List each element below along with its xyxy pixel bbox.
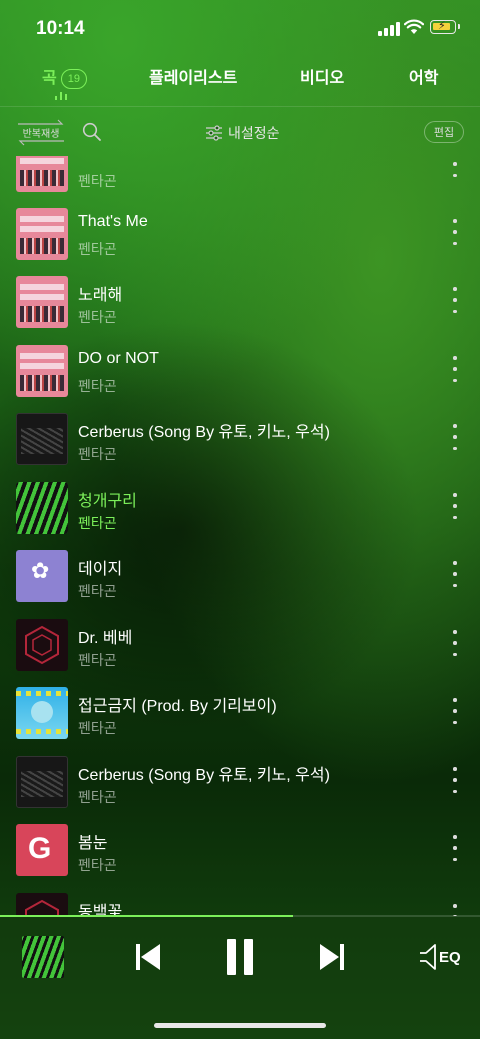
song-row[interactable]: 접근금지 (Prod. By 기리보이) 펜타곤 [0,681,480,749]
song-list[interactable]: 펜타곤 That's Me 펜타곤 노래해 펜타곤 DO or NOT 펜타곤 … [0,156,480,916]
song-title: 데이지 [78,561,123,578]
previous-icon[interactable] [134,941,162,973]
tab-videos[interactable]: 비디오 [300,64,344,88]
status-time: 10:14 [36,18,85,39]
song-row[interactable]: DO or NOT 펜타곤 [0,339,480,407]
sort-icon [206,125,222,141]
more-icon[interactable] [448,156,462,177]
album-art: ✿ [16,550,68,602]
song-artist: 펜타곤 [78,515,117,531]
song-title: Dr. 베베 [78,630,133,647]
more-icon[interactable] [448,219,462,245]
song-artist: 펜타곤 [78,446,117,462]
song-row[interactable]: Dr. 베베 펜타곤 [0,613,480,681]
tab-language[interactable]: 어학 [409,64,438,88]
tab-bar: 곡 19 플레이리스트 비디오 어학 [0,58,480,98]
speaker-icon [420,944,436,970]
album-art [16,208,68,260]
song-artist: 펜타곤 [78,583,117,599]
song-row[interactable]: 펜타곤 [0,156,480,202]
more-icon[interactable] [448,356,462,382]
repeat-label: 반복재생 [22,129,60,140]
search-icon[interactable] [82,122,102,142]
song-row[interactable]: 노래해 펜타곤 [0,270,480,338]
more-icon[interactable] [448,424,462,450]
divider [0,106,480,107]
album-art [16,482,68,534]
more-icon[interactable] [448,630,462,656]
more-icon[interactable] [448,835,462,861]
tab-playlists[interactable]: 플레이리스트 [149,64,237,88]
more-icon[interactable] [448,767,462,793]
album-art [16,413,68,465]
home-indicator [154,1023,326,1028]
battery-icon: ⚡ [430,20,460,34]
tab-songs-label: 곡 [42,70,57,87]
more-icon[interactable] [448,561,462,587]
song-row[interactable]: ✿ 데이지 펜타곤 [0,544,480,612]
tab-songs[interactable]: 곡 19 [42,64,87,89]
now-playing-art[interactable] [22,936,64,978]
song-title: 봄눈 [78,835,108,852]
more-icon[interactable] [448,287,462,313]
song-title: 노래해 [78,287,123,304]
status-bar: 10:14 ⚡ [0,0,480,56]
song-title: That's Me [78,213,148,230]
song-row[interactable]: Cerberus (Song By 유토, 키노, 우석) 펜타곤 [0,750,480,818]
song-title: 청개구리 [78,493,137,510]
song-row[interactable]: G 봄눈 펜타곤 [0,818,480,886]
song-artist: 펜타곤 [78,789,117,805]
album-art [16,619,68,671]
edit-button[interactable]: 편집 [424,121,464,143]
song-row[interactable]: That's Me 펜타곤 [0,202,480,270]
song-row-now-playing[interactable]: 청개구리 펜타곤 [0,476,480,544]
next-icon[interactable] [318,941,346,973]
tab-songs-count: 19 [60,69,87,89]
song-artist: 펜타곤 [78,309,117,325]
album-art [16,345,68,397]
album-art [16,687,68,739]
song-artist: 펜타곤 [78,652,117,668]
song-title: Cerberus (Song By 유토, 키노, 우석) [78,767,330,784]
active-tab-indicator [55,92,67,100]
wifi-icon [404,19,424,34]
song-title: Cerberus (Song By 유토, 키노, 우석) [78,424,330,441]
song-artist: 펜타곤 [78,720,117,736]
album-art [16,756,68,808]
album-art [16,276,68,328]
song-artist: 펜타곤 [78,857,117,873]
album-art [16,156,68,192]
mini-player: EQ [0,917,480,1039]
sort-label: 내설정순 [228,125,280,141]
song-row[interactable]: Cerberus (Song By 유토, 키노, 우석) 펜타곤 [0,407,480,475]
song-artist: 펜타곤 [78,241,117,257]
song-row[interactable]: 동백꽃 [0,887,480,916]
album-art: G [16,824,68,876]
repeat-button[interactable]: 반복재생 [16,118,66,146]
more-icon[interactable] [448,493,462,519]
eq-button[interactable]: EQ [418,941,461,973]
more-icon[interactable] [448,698,462,724]
song-artist: 펜타곤 [78,378,117,394]
pause-icon[interactable] [225,938,255,976]
eq-label: EQ [439,948,461,966]
song-title: DO or NOT [78,350,159,367]
song-title: 동백꽃 [78,904,123,916]
song-title: 접근금지 (Prod. By 기리보이) [78,698,277,715]
album-art [16,893,68,916]
signal-icon [378,22,400,36]
sort-button[interactable]: 내설정순 [206,123,280,143]
song-artist: 펜타곤 [78,173,117,189]
